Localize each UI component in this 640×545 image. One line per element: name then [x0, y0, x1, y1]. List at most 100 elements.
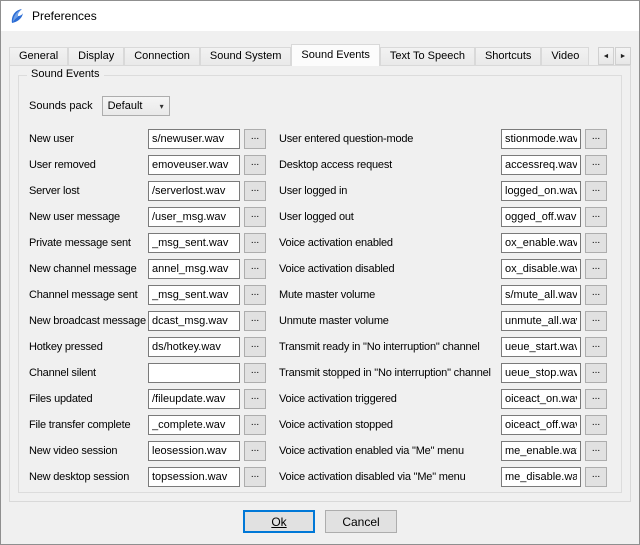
sound-event-row: Transmit stopped in "No interruption" ch… — [279, 360, 607, 386]
browse-button[interactable]: ... — [585, 207, 607, 227]
chevron-down-icon: ▾ — [160, 102, 164, 111]
tab-scroll-left-button[interactable]: ◄ — [598, 47, 614, 65]
tab-scroll-right-button[interactable]: ► — [615, 47, 631, 65]
sound-event-label: User entered question-mode — [279, 133, 501, 145]
cancel-button[interactable]: Cancel — [325, 510, 397, 533]
sound-file-input[interactable] — [148, 181, 240, 201]
browse-button[interactable]: ... — [244, 285, 266, 305]
sound-event-row: Channel silent... — [29, 360, 279, 386]
browse-button[interactable]: ... — [585, 285, 607, 305]
sound-file-input[interactable] — [148, 259, 240, 279]
sound-event-row: Voice activation triggered... — [279, 386, 607, 412]
sound-event-label: Desktop access request — [279, 159, 501, 171]
dialog-buttons: Ok Cancel — [1, 510, 639, 533]
sound-event-row: Private message sent... — [29, 230, 279, 256]
sound-event-row: Unmute master volume... — [279, 308, 607, 334]
sound-file-input[interactable] — [148, 441, 240, 461]
browse-button[interactable]: ... — [585, 441, 607, 461]
sound-event-label: Files updated — [29, 393, 148, 405]
browse-button[interactable]: ... — [244, 207, 266, 227]
sound-file-input[interactable] — [501, 233, 581, 253]
browse-button[interactable]: ... — [585, 311, 607, 331]
tab-shortcuts[interactable]: Shortcuts — [475, 47, 541, 65]
browse-button[interactable]: ... — [244, 259, 266, 279]
browse-button[interactable]: ... — [244, 155, 266, 175]
tab-general[interactable]: General — [9, 47, 68, 65]
sound-event-label: New broadcast message — [29, 315, 148, 327]
sound-file-input[interactable] — [501, 285, 581, 305]
ok-button[interactable]: Ok — [243, 510, 315, 533]
browse-button[interactable]: ... — [244, 363, 266, 383]
sound-file-input[interactable] — [148, 363, 240, 383]
sound-file-input[interactable] — [148, 337, 240, 357]
browse-button[interactable]: ... — [244, 337, 266, 357]
sound-file-input[interactable] — [501, 259, 581, 279]
sound-file-input[interactable] — [501, 415, 581, 435]
sound-file-input[interactable] — [148, 207, 240, 227]
browse-button[interactable]: ... — [585, 233, 607, 253]
sound-file-input[interactable] — [501, 337, 581, 357]
tab-pane-sound-events: Sound Events Sounds pack Default ▾ New u… — [9, 65, 631, 502]
browse-button[interactable]: ... — [244, 233, 266, 253]
sound-file-input[interactable] — [501, 155, 581, 175]
tab-bar: GeneralDisplayConnectionSound SystemSoun… — [9, 44, 631, 66]
browse-button[interactable]: ... — [585, 389, 607, 409]
sound-file-input[interactable] — [501, 207, 581, 227]
browse-button[interactable]: ... — [244, 467, 266, 487]
browse-button[interactable]: ... — [244, 311, 266, 331]
tab-text-to-speech[interactable]: Text To Speech — [380, 47, 475, 65]
tab-sound-events[interactable]: Sound Events — [291, 44, 380, 66]
sound-file-input[interactable] — [501, 467, 581, 487]
tab-video[interactable]: Video — [541, 47, 589, 65]
sound-file-input[interactable] — [501, 129, 581, 149]
sound-event-row: New video session... — [29, 438, 279, 464]
browse-button[interactable]: ... — [585, 363, 607, 383]
sound-file-input[interactable] — [501, 181, 581, 201]
tab-sound-system[interactable]: Sound System — [200, 47, 292, 65]
browse-button[interactable]: ... — [585, 129, 607, 149]
sound-file-input[interactable] — [148, 155, 240, 175]
sound-file-input[interactable] — [148, 467, 240, 487]
browse-button[interactable]: ... — [244, 129, 266, 149]
sound-file-input[interactable] — [148, 285, 240, 305]
sound-file-input[interactable] — [148, 129, 240, 149]
sound-event-row: User logged out... — [279, 204, 607, 230]
events-column-right: User entered question-mode...Desktop acc… — [279, 126, 607, 490]
sound-event-label: User logged in — [279, 185, 501, 197]
sound-file-input[interactable] — [148, 415, 240, 435]
sound-file-input[interactable] — [501, 441, 581, 461]
browse-button[interactable]: ... — [585, 259, 607, 279]
browse-button[interactable]: ... — [585, 337, 607, 357]
sound-event-label: New user — [29, 133, 148, 145]
browse-button[interactable]: ... — [244, 389, 266, 409]
sound-file-input[interactable] — [148, 389, 240, 409]
browse-button[interactable]: ... — [244, 441, 266, 461]
sound-file-input[interactable] — [148, 233, 240, 253]
tab-connection[interactable]: Connection — [124, 47, 200, 65]
sound-event-row: Voice activation stopped... — [279, 412, 607, 438]
sound-file-input[interactable] — [148, 311, 240, 331]
browse-button[interactable]: ... — [244, 415, 266, 435]
sound-event-label: New video session — [29, 445, 148, 457]
browse-button[interactable]: ... — [585, 467, 607, 487]
sound-event-row: Desktop access request... — [279, 152, 607, 178]
sound-file-input[interactable] — [501, 311, 581, 331]
sound-event-row: User removed... — [29, 152, 279, 178]
browse-button[interactable]: ... — [585, 155, 607, 175]
sound-event-row: Voice activation disabled... — [279, 256, 607, 282]
sound-event-label: Transmit stopped in "No interruption" ch… — [279, 367, 501, 379]
preferences-window: Preferences GeneralDisplayConnectionSoun… — [0, 0, 640, 545]
sound-file-input[interactable] — [501, 363, 581, 383]
sound-event-label: Voice activation enabled via "Me" menu — [279, 445, 501, 457]
sound-event-label: Voice activation stopped — [279, 419, 501, 431]
browse-button[interactable]: ... — [244, 181, 266, 201]
tab-display[interactable]: Display — [68, 47, 124, 65]
sounds-pack-select[interactable]: Default ▾ — [102, 96, 170, 116]
sound-file-input[interactable] — [501, 389, 581, 409]
browse-button[interactable]: ... — [585, 415, 607, 435]
browse-button[interactable]: ... — [585, 181, 607, 201]
sound-event-label: Voice activation enabled — [279, 237, 501, 249]
sound-event-label: New channel message — [29, 263, 148, 275]
sound-event-label: Channel message sent — [29, 289, 148, 301]
window-title: Preferences — [32, 9, 97, 23]
